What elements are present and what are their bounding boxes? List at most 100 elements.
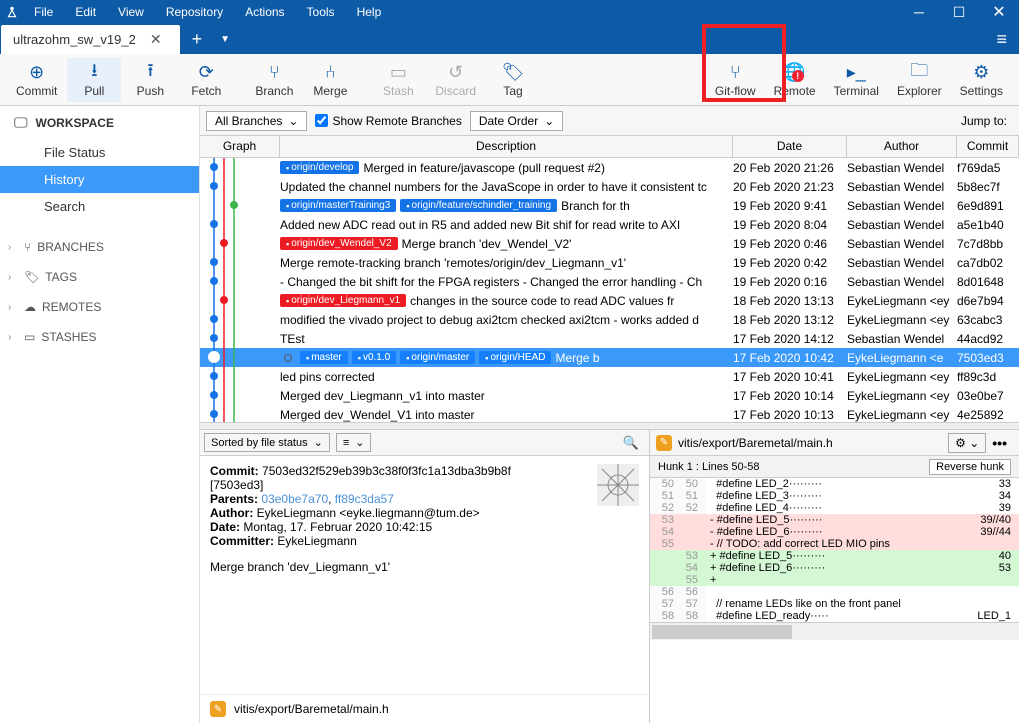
commit-row[interactable]: led pins corrected17 Feb 2020 10:41EykeL… (200, 367, 1019, 386)
commit-row[interactable]: Added new ADC read out in R5 and added n… (200, 215, 1019, 234)
diff-line[interactable]: 5656 (650, 586, 1019, 598)
branch-button[interactable]: ⑂Branch (247, 58, 301, 102)
splitter[interactable] (200, 422, 1019, 430)
commit-button[interactable]: ⊕Commit (8, 58, 65, 102)
parent-link-2[interactable]: ff89c3da57 (335, 492, 394, 506)
maximize-button[interactable]: ☐ (939, 0, 979, 24)
view-dropdown[interactable]: ≡⌄ (336, 433, 372, 452)
stash-button[interactable]: ▭Stash (371, 58, 425, 102)
search-icon[interactable]: 🔍 (617, 435, 645, 451)
workspace-section: 🖵WORKSPACE (0, 106, 199, 139)
commit-row[interactable]: ▪origin/dev_Wendel_V2 Merge branch 'dev_… (200, 234, 1019, 253)
stash-icon: ▭ (24, 330, 35, 344)
ref-badge[interactable]: ▪origin/dev_Liegmann_v1 (280, 294, 406, 307)
header-graph[interactable]: Graph (200, 136, 280, 157)
ref-badge[interactable]: ▪origin/HEAD (479, 351, 551, 364)
diff-line[interactable]: 5252 #define LED_4·········39 (650, 502, 1019, 514)
show-remote-checkbox[interactable]: Show Remote Branches (315, 114, 461, 128)
chevron-right-icon: › (8, 272, 18, 283)
sidebar-stashes[interactable]: ›▭STASHES (0, 322, 199, 352)
diff-more-button[interactable]: ••• (986, 433, 1013, 453)
menu-help[interactable]: Help (347, 1, 392, 23)
push-button[interactable]: ⭱Push (123, 58, 177, 102)
menu-edit[interactable]: Edit (65, 1, 106, 23)
commit-row[interactable]: Updated the channel numbers for the Java… (200, 177, 1019, 196)
ref-badge[interactable]: ▪origin/masterTraining3 (280, 199, 396, 212)
commit-row[interactable]: ▪origin/dev_Liegmann_v1 changes in the s… (200, 291, 1019, 310)
menu-repository[interactable]: Repository (156, 1, 233, 23)
header-commit[interactable]: Commit (957, 136, 1019, 157)
diff-line[interactable]: 53+ #define LED_5·········40 (650, 550, 1019, 562)
diff-line[interactable]: 55- // TODO: add correct LED MIO pins (650, 538, 1019, 550)
commit-row[interactable]: ▪origin/develop Merged in feature/javasc… (200, 158, 1019, 177)
ref-badge[interactable]: ▪origin/dev_Wendel_V2 (280, 237, 398, 250)
ref-badge[interactable]: ▪origin/master (400, 351, 475, 364)
sidebar-item-filestatus[interactable]: File Status (0, 139, 199, 166)
menu-view[interactable]: View (108, 1, 154, 23)
commit-message: Merge branch 'dev_Liegmann_v1' (210, 560, 639, 574)
commit-row[interactable]: ▪origin/masterTraining3 ▪origin/feature/s… (200, 196, 1019, 215)
sidebar-tags[interactable]: ›🏷TAGS (0, 262, 199, 292)
diff-line[interactable]: 54- #define LED_6·········39//44 (650, 526, 1019, 538)
date-order-dropdown[interactable]: Date Order⌄ (470, 111, 563, 131)
pull-button[interactable]: ⭳Pull (67, 58, 121, 102)
diff-line[interactable]: 5858 #define LED_ready·····LED_1 (650, 610, 1019, 622)
commit-row[interactable]: Merge remote-tracking branch 'remotes/or… (200, 253, 1019, 272)
terminal-button[interactable]: ▸_Terminal (826, 58, 887, 102)
close-button[interactable]: ✕ (979, 0, 1019, 24)
merge-button[interactable]: ⑃Merge (303, 58, 357, 102)
changed-file-item[interactable]: ✎ vitis/export/Baremetal/main.h (200, 694, 649, 723)
scrollbar-thumb[interactable] (652, 625, 792, 639)
commit-row[interactable]: ▪master ▪v0.1.0 ▪origin/master ▪origin/HEAD… (200, 348, 1019, 367)
menu-file[interactable]: File (24, 1, 63, 23)
new-tab-button[interactable]: + (180, 29, 215, 50)
horizontal-scrollbar[interactable] (650, 622, 1019, 640)
explorer-button[interactable]: 🗀Explorer (889, 58, 950, 102)
parent-link-1[interactable]: 03e0be7a70 (261, 492, 328, 506)
commit-detail-panel: Sorted by file status⌄ ≡⌄ 🔍 Commit: 7503… (200, 430, 650, 723)
menu-actions[interactable]: Actions (235, 1, 294, 23)
diff-line[interactable]: 5151 #define LED_3·········34 (650, 490, 1019, 502)
commit-row[interactable]: Merged dev_Liegmann_v1 into master17 Feb… (200, 386, 1019, 405)
jump-to-label[interactable]: Jump to: (961, 114, 1013, 128)
push-icon: ⭱ (147, 62, 153, 84)
settings-icon: ⚙ (973, 62, 989, 84)
diff-line[interactable]: 5050 #define LED_2·········33 (650, 478, 1019, 490)
tab-close-icon[interactable]: ✕ (148, 31, 164, 48)
sidebar-item-search[interactable]: Search (0, 193, 199, 220)
discard-button[interactable]: ↺Discard (427, 58, 484, 102)
diff-settings-button[interactable]: ⚙ ⌄ (948, 433, 986, 453)
settings-button[interactable]: ⚙Settings (952, 58, 1011, 102)
ref-badge[interactable]: ▪v0.1.0 (352, 351, 396, 364)
chevron-right-icon: › (8, 332, 18, 343)
ref-badge[interactable]: ▪origin/develop (280, 161, 359, 174)
repo-tab[interactable]: ultrazohm_sw_v19_2 ✕ (1, 25, 180, 54)
fetch-button[interactable]: ⟳Fetch (179, 58, 233, 102)
diff-panel: ✎ vitis/export/Baremetal/main.h ⚙ ⌄ ••• … (650, 430, 1019, 723)
tab-dropdown-icon[interactable]: ▼ (214, 34, 236, 45)
sidebar-remotes[interactable]: ›☁REMOTES (0, 292, 199, 322)
diff-line[interactable]: 5757 // rename LEDs like on the front pa… (650, 598, 1019, 610)
menu-tools[interactable]: Tools (297, 1, 345, 23)
ref-badge[interactable]: ▪origin/feature/schindler_training (400, 199, 557, 212)
header-author[interactable]: Author (847, 136, 957, 157)
diff-line[interactable]: 53- #define LED_5·········39//40 (650, 514, 1019, 526)
diff-line[interactable]: 54+ #define LED_6·········53 (650, 562, 1019, 574)
sidebar-item-history[interactable]: History (0, 166, 199, 193)
header-date[interactable]: Date (733, 136, 847, 157)
commit-row[interactable]: - Changed the bit shift for the FPGA reg… (200, 272, 1019, 291)
reverse-hunk-button[interactable]: Reverse hunk (929, 459, 1011, 475)
commit-grid-header: Graph Description Date Author Commit (200, 136, 1019, 158)
commit-row[interactable]: modified the vivado project to debug axi… (200, 310, 1019, 329)
commit-row[interactable]: Merged dev_Wendel_V1 into master17 Feb 2… (200, 405, 1019, 422)
sort-dropdown[interactable]: Sorted by file status⌄ (204, 433, 330, 452)
minimize-button[interactable]: ─ (899, 0, 939, 24)
hamburger-icon[interactable]: ≡ (984, 29, 1019, 50)
branch-filter-dropdown[interactable]: All Branches⌄ (206, 111, 307, 131)
tag-button[interactable]: 🏷Tag (486, 58, 540, 102)
ref-badge[interactable]: ▪master (300, 351, 348, 364)
sidebar-branches[interactable]: ›⑂BRANCHES (0, 232, 199, 262)
diff-line[interactable]: 55+ (650, 574, 1019, 586)
commit-row[interactable]: TEst17 Feb 2020 14:12Sebastian Wendel44a… (200, 329, 1019, 348)
header-description[interactable]: Description (280, 136, 733, 157)
